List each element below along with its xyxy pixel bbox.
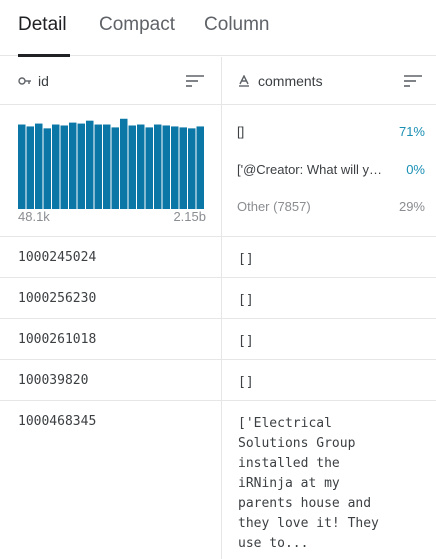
tab-compact[interactable]: Compact: [99, 0, 175, 56]
comments-freq-item[interactable]: ['@Creator: What will you make next?'] 0…: [237, 162, 425, 177]
histogram-bar[interactable]: [35, 123, 43, 209]
comments-freq-item[interactable]: [] 71%: [237, 124, 425, 139]
key-icon: [18, 74, 32, 88]
cell-id: 100039820: [18, 373, 89, 388]
comments-freq-other[interactable]: Other (7857) 29%: [237, 199, 425, 214]
histogram-min-label: 48.1k: [18, 209, 50, 224]
id-histogram[interactable]: [18, 113, 204, 209]
histogram-bar[interactable]: [77, 123, 86, 209]
column-header-comments-label: comments: [258, 73, 323, 89]
sort-menu-icon-comments[interactable]: [404, 74, 422, 88]
cell-comments: ['Electrical Solutions Group installed t…: [238, 416, 379, 551]
histogram-max-label: 2.15b: [173, 209, 206, 224]
view-tabs: Detail Compact Column: [0, 0, 436, 57]
histogram-bar[interactable]: [52, 124, 60, 209]
histogram-bar[interactable]: [128, 125, 137, 209]
histogram-bar[interactable]: [111, 127, 120, 209]
cell-id: 1000261018: [18, 332, 97, 347]
histogram-bar[interactable]: [162, 125, 171, 209]
cell-comments: []: [238, 293, 254, 308]
histogram-bar[interactable]: [103, 124, 111, 209]
histogram-bar[interactable]: [86, 120, 94, 209]
table-row[interactable]: 1000245024 []: [0, 237, 436, 278]
table-row[interactable]: 1000261018 []: [0, 319, 436, 360]
histogram-bar[interactable]: [26, 126, 35, 209]
column-header-comments[interactable]: comments: [238, 57, 428, 105]
cell-id: 1000468345: [18, 414, 97, 429]
histogram-bar[interactable]: [154, 124, 162, 209]
histogram-bar[interactable]: [196, 126, 205, 209]
histogram-bar[interactable]: [179, 127, 188, 209]
freq-label: []: [237, 124, 245, 139]
table-row[interactable]: 100039820 []: [0, 360, 436, 401]
histogram-bar[interactable]: [69, 122, 77, 209]
cell-comments: []: [238, 252, 254, 267]
freq-percent: 71%: [398, 124, 425, 139]
string-type-icon: [238, 74, 252, 88]
cell-id: 1000256230: [18, 291, 97, 306]
cell-id: 1000245024: [18, 250, 97, 265]
sort-menu-icon-id[interactable]: [186, 74, 204, 88]
freq-percent: 29%: [398, 199, 425, 214]
histogram-bar[interactable]: [145, 127, 154, 209]
table-row[interactable]: 1000256230 []: [0, 278, 436, 319]
table-row[interactable]: 1000468345 ['Electrical Solutions Group …: [0, 401, 436, 559]
histogram-bar[interactable]: [137, 124, 145, 209]
histogram-bar[interactable]: [43, 128, 52, 209]
column-header-id-label: id: [38, 73, 49, 89]
freq-label: Other (7857): [237, 199, 311, 214]
cell-comments: []: [238, 334, 254, 349]
cell-comments: []: [238, 375, 254, 390]
histogram-bar[interactable]: [120, 118, 128, 209]
histogram-bar[interactable]: [94, 124, 103, 209]
histogram-bar[interactable]: [188, 128, 196, 209]
histogram-bar[interactable]: [171, 126, 179, 209]
histogram-bar[interactable]: [18, 124, 26, 209]
histogram-bar[interactable]: [60, 125, 69, 209]
tab-column[interactable]: Column: [204, 0, 269, 56]
data-grid: id comments 48.1k 2.15b [] 71% ['@Creato…: [0, 57, 436, 559]
column-header-row: id comments: [0, 57, 436, 105]
tab-detail[interactable]: Detail: [18, 0, 70, 57]
freq-percent: 0%: [406, 162, 425, 177]
freq-label: ['@Creator: What will you make next?']: [237, 162, 387, 177]
